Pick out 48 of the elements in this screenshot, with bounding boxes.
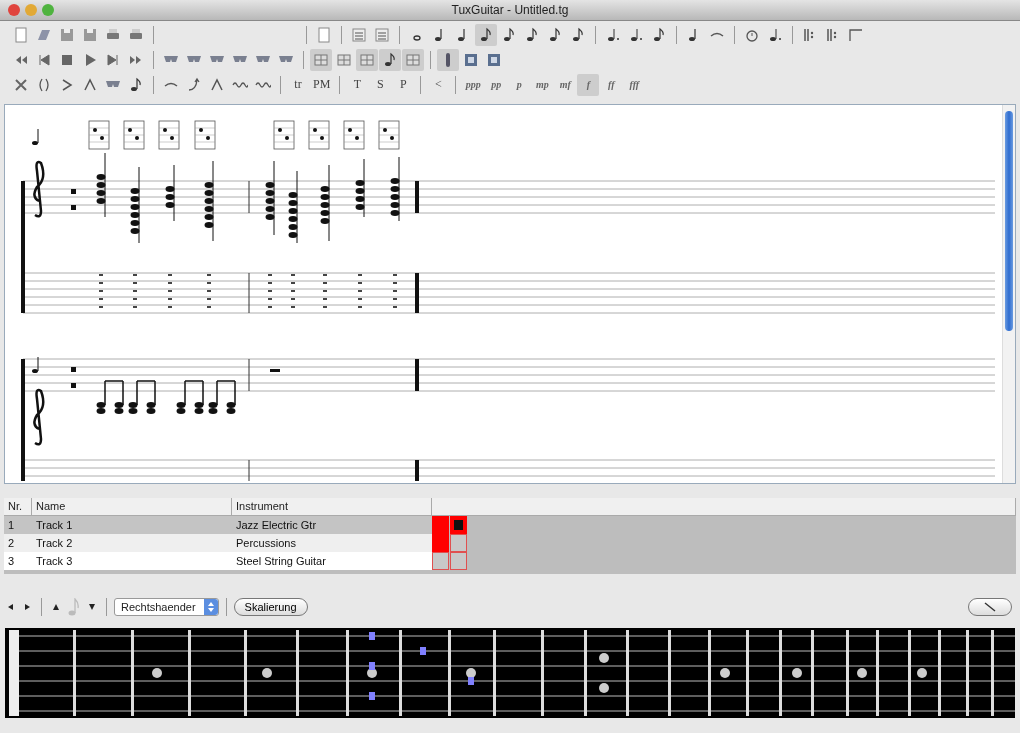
grid-icon[interactable] <box>310 48 332 71</box>
toolbar-button[interactable]: T <box>346 73 369 96</box>
dynamic-button[interactable]: pp <box>485 73 508 96</box>
vertical-scrollbar[interactable] <box>1002 105 1015 483</box>
scroll-thumb[interactable] <box>1005 111 1013 331</box>
stepper-icon <box>203 599 218 615</box>
dynamic-button[interactable]: fff <box>623 73 646 96</box>
toolbar-button[interactable]: S <box>369 73 392 96</box>
column-header[interactable]: Name <box>32 498 232 515</box>
eighth-note-icon[interactable] <box>475 23 497 46</box>
dynamic-button[interactable]: p <box>508 73 531 96</box>
table-cell-text: Percussions <box>235 536 297 551</box>
hand-dropdown[interactable]: Rechtshaender <box>114 598 219 616</box>
scale-button[interactable]: Skalierung <box>233 598 308 616</box>
table-cell-text: 2 <box>7 536 16 551</box>
indicator-square[interactable] <box>450 534 467 552</box>
indicator-square[interactable] <box>450 552 467 570</box>
table-row[interactable]: 2 Track 2 Percussions <box>4 534 1016 552</box>
table-cell-text: Steel String Guitar <box>235 554 327 569</box>
eighth-note-icon[interactable] <box>379 48 401 71</box>
column-header[interactable]: Nr. <box>4 498 32 515</box>
table-row[interactable]: 1 Track 1 Jazz Electric Gtr <box>4 516 1016 534</box>
down-arrow-icon[interactable] <box>88 602 96 612</box>
table-cell-text: 3 <box>7 554 16 569</box>
toolbar-button[interactable]: tr <box>287 73 309 96</box>
toolbar-button[interactable]: < <box>427 73 450 96</box>
table-row[interactable]: 3 Track 3 Steel String Guitar <box>4 552 1016 570</box>
left-arrow-icon[interactable] <box>7 602 15 612</box>
up-arrow-icon[interactable] <box>52 602 60 612</box>
indicator-square[interactable] <box>450 516 467 534</box>
indicator-square[interactable] <box>432 552 449 570</box>
dynamic-button[interactable]: mf <box>554 73 577 96</box>
dynamic-button[interactable]: f <box>577 73 600 96</box>
toolbar-button[interactable]: P <box>392 73 415 96</box>
dynamic-button[interactable]: mp <box>531 73 554 96</box>
table-cell-text: Track 1 <box>35 518 74 533</box>
toolbar-button[interactable]: PM <box>310 73 334 96</box>
window-title: TuxGuitar - Untitled.tg <box>450 3 570 17</box>
dynamic-button[interactable]: ff <box>600 73 623 96</box>
column-header[interactable]: Instrument <box>232 498 432 515</box>
close-icon[interactable] <box>8 4 20 16</box>
table-cell-text: 1 <box>7 518 16 533</box>
table-cell-text: Track 3 <box>35 554 74 569</box>
table-cell-text: Jazz Electric Gtr <box>235 518 318 533</box>
right-arrow-icon[interactable] <box>23 602 31 612</box>
settings-button[interactable] <box>968 598 1012 616</box>
table-cell-text: Track 2 <box>35 536 74 551</box>
dynamic-button[interactable]: ppp <box>462 73 485 96</box>
